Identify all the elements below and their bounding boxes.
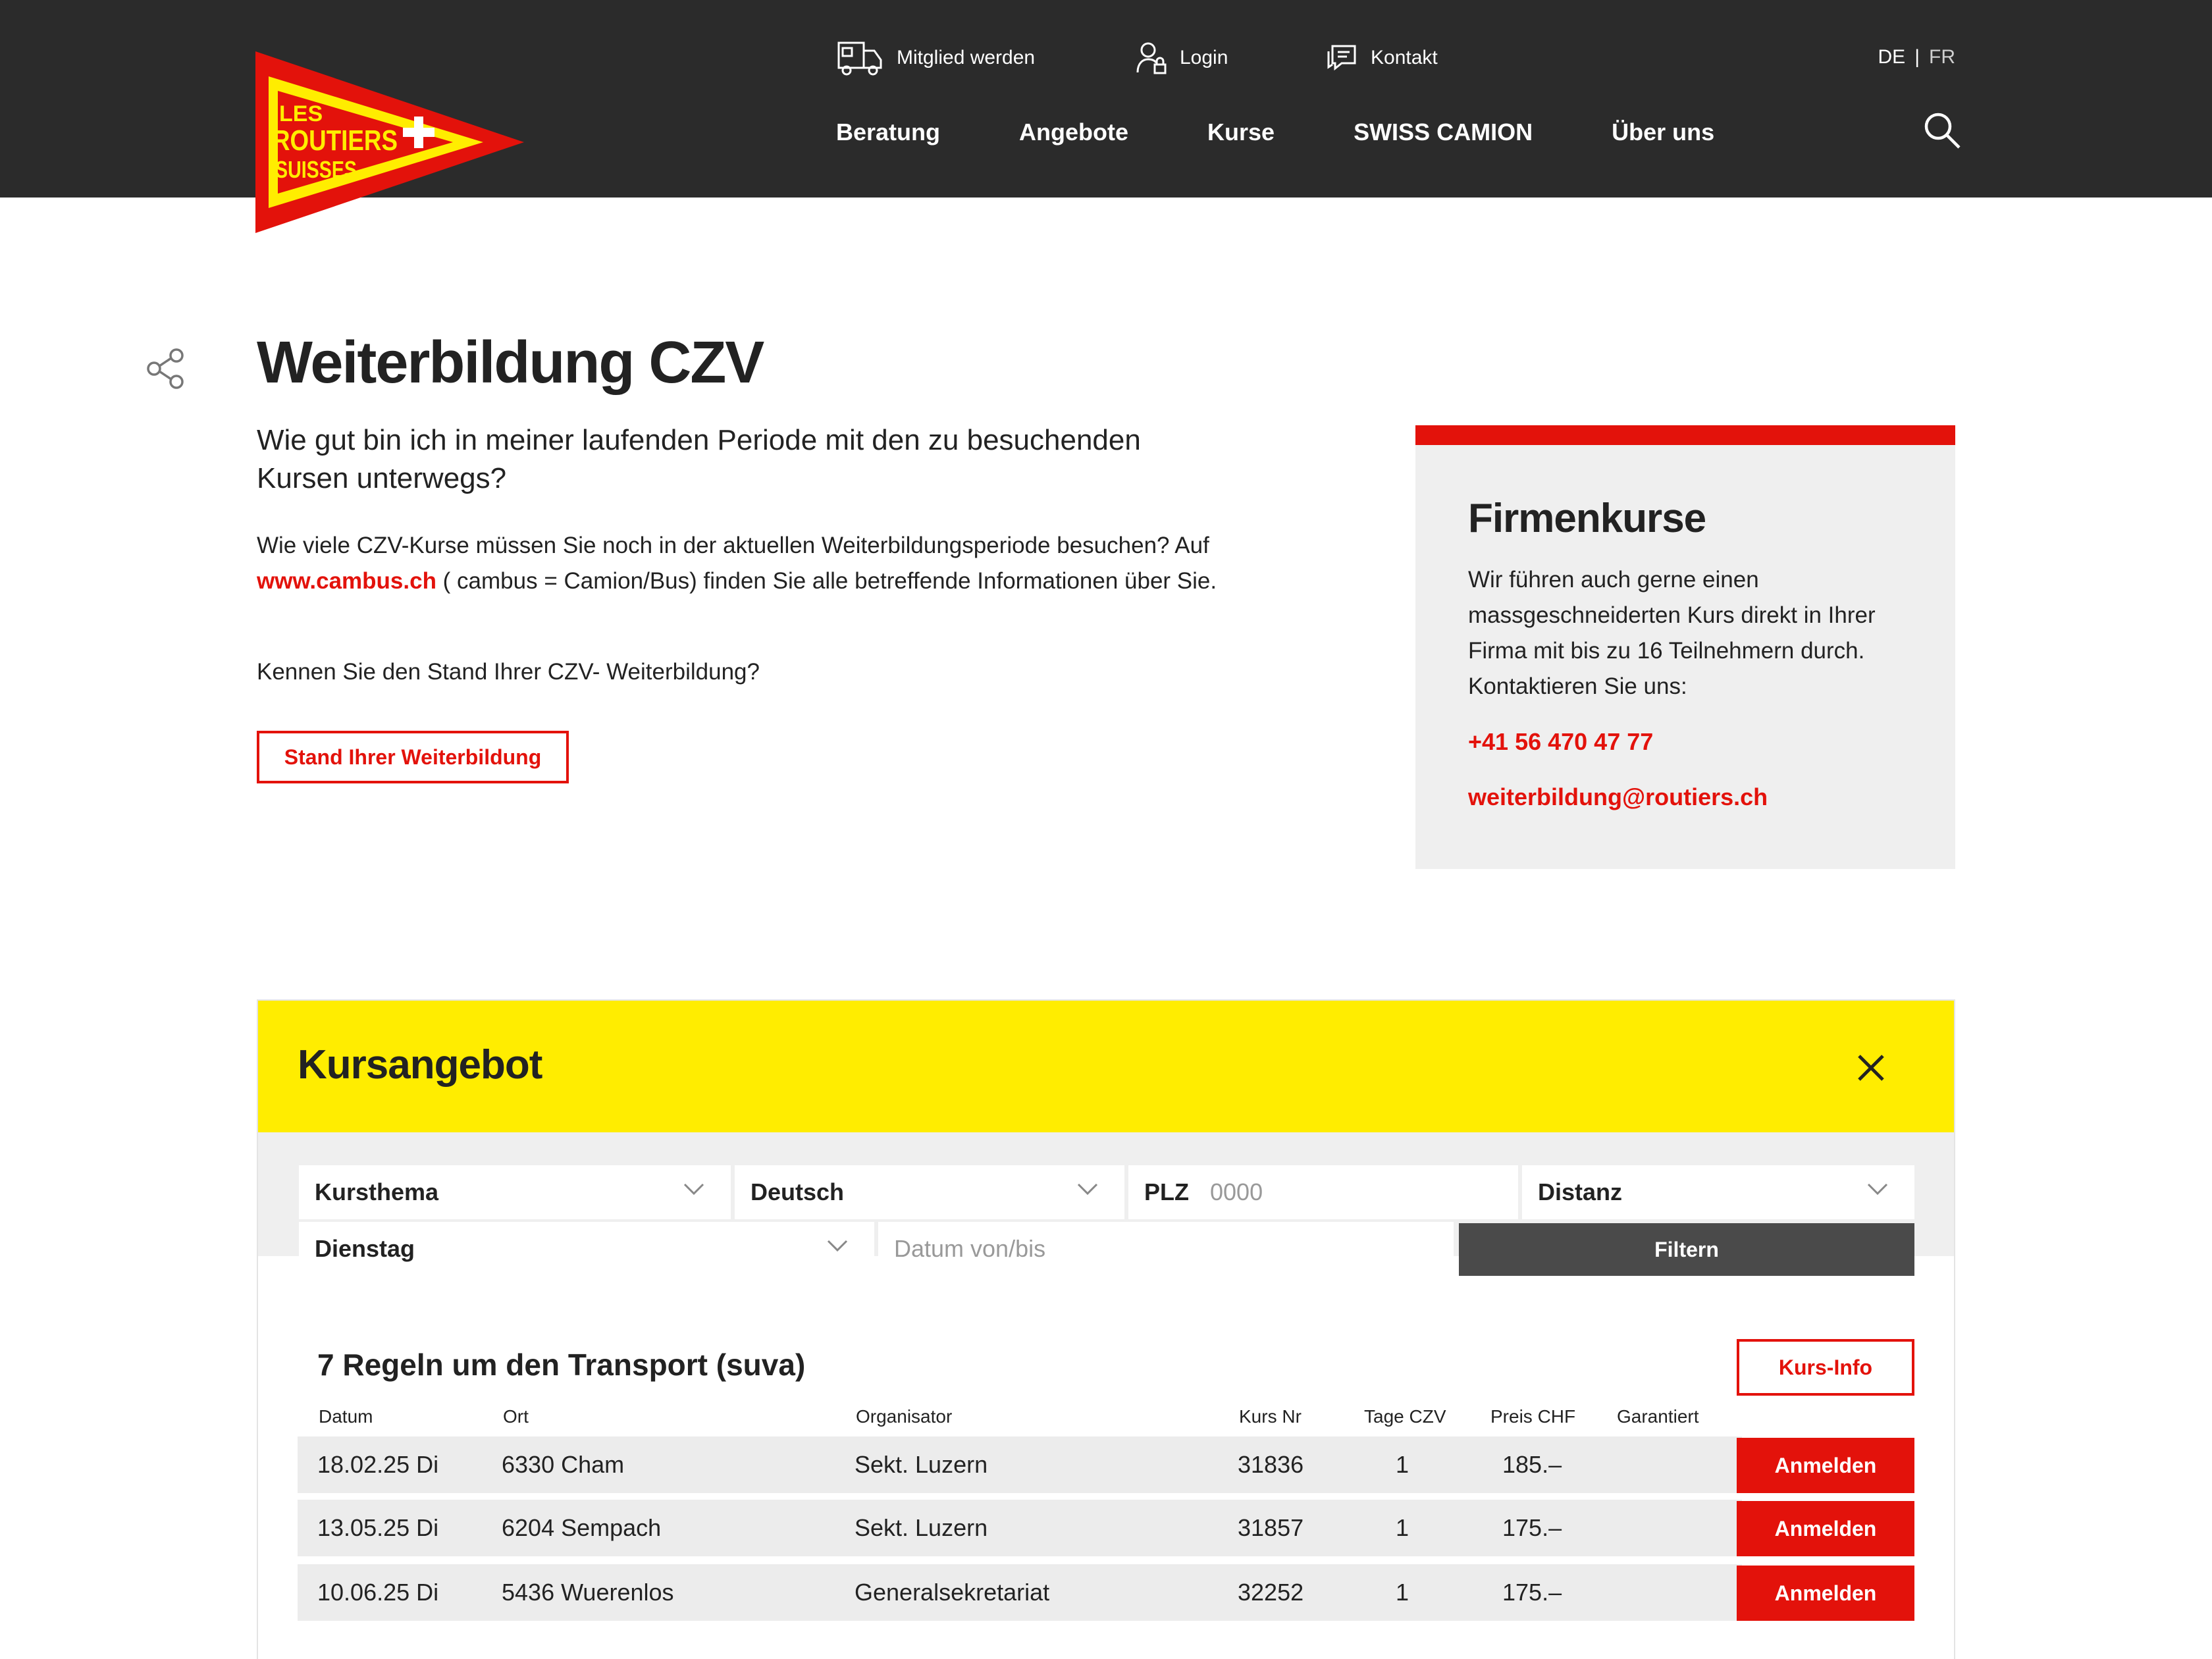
nav-kurse[interactable]: Kurse xyxy=(1207,118,1275,146)
sidebox-text: Wir führen auch gerne einen massgeschnei… xyxy=(1468,567,1876,699)
column-header-price: Preis CHF xyxy=(1490,1406,1576,1427)
chevron-down-icon xyxy=(827,1240,848,1252)
truck-icon xyxy=(837,41,882,76)
search-button[interactable] xyxy=(1922,111,1962,150)
row-days: 1 xyxy=(1396,1451,1409,1478)
close-button[interactable] xyxy=(1854,1051,1888,1085)
util-label-member: Mitglied werden xyxy=(897,47,1036,68)
language-select[interactable]: Deutsch xyxy=(735,1165,1124,1219)
intro-text-a: Wie viele CZV-Kurse müssen Sie noch in d… xyxy=(257,533,1209,558)
table-row: 18.02.25 Di 6330 Cham Sekt. Luzern 31836… xyxy=(298,1436,1742,1493)
topic-select-value: Kursthema xyxy=(315,1178,439,1205)
row-organizer: Generalsekretariat xyxy=(855,1579,1050,1606)
share-button[interactable] xyxy=(146,348,186,390)
table-row: 13.05.25 Di 6204 Sempach Sekt. Luzern 31… xyxy=(298,1500,1742,1556)
row-course-nr: 31857 xyxy=(1238,1514,1304,1541)
language-select-value: Deutsch xyxy=(750,1178,845,1205)
filter-button[interactable]: Filtern xyxy=(1459,1223,1914,1276)
cambus-link[interactable]: www.cambus.ch xyxy=(257,568,436,594)
lang-fr[interactable]: FR xyxy=(1929,46,1955,68)
intro-text-b: ( cambus = Camion/Bus) finden Sie alle b… xyxy=(436,568,1217,594)
column-header-guaranteed: Garantiert xyxy=(1617,1406,1699,1427)
util-link-member[interactable]: Mitglied werden xyxy=(835,36,1035,80)
register-button[interactable]: Anmelden xyxy=(1737,1501,1914,1556)
logo[interactable]: LES ROUTIERS SUISSES xyxy=(255,51,524,236)
column-header-date: Datum xyxy=(319,1406,373,1427)
main-nav: Beratung Angebote Kurse SWISS CAMION Übe… xyxy=(836,118,1714,146)
weekday-select-value: Dienstag xyxy=(315,1235,415,1262)
status-button[interactable]: Stand Ihrer Weiterbildung xyxy=(257,731,569,783)
sidebox-title: Firmenkurse xyxy=(1468,496,1706,541)
row-date: 18.02.25 Di xyxy=(317,1451,439,1478)
row-price: 175.– xyxy=(1502,1514,1562,1541)
row-organizer: Sekt. Luzern xyxy=(855,1451,988,1478)
course-info-button[interactable]: Kurs-Info xyxy=(1737,1339,1914,1396)
chevron-down-icon xyxy=(1077,1183,1098,1196)
row-price: 175.– xyxy=(1502,1579,1562,1606)
company-courses-box: Firmenkurse Wir führen auch gerne einen … xyxy=(1415,425,1955,869)
nav-ueber-uns[interactable]: Über uns xyxy=(1612,118,1714,146)
nav-beratung[interactable]: Beratung xyxy=(836,118,940,146)
weekday-select[interactable]: Dienstag xyxy=(299,1222,874,1276)
share-icon xyxy=(147,348,184,389)
row-organizer: Sekt. Luzern xyxy=(855,1514,988,1541)
util-label-contact: Kontakt xyxy=(1371,47,1438,68)
nav-swiss-camion[interactable]: SWISS CAMION xyxy=(1354,118,1533,146)
logo-text-suisses: SUISSES xyxy=(275,156,357,183)
row-course-nr: 32252 xyxy=(1238,1579,1304,1606)
course-title: 7 Regeln um den Transport (suva) xyxy=(317,1348,806,1382)
course-panel-title: Kursangebot xyxy=(298,1042,542,1088)
accent-bar xyxy=(1415,425,1955,445)
chat-icon xyxy=(1327,45,1356,71)
distance-select-value: Distanz xyxy=(1538,1178,1623,1205)
table-row: 10.06.25 Di 5436 Wuerenlos Generalsekret… xyxy=(298,1564,1742,1621)
nav-angebote[interactable]: Angebote xyxy=(1019,118,1128,146)
plz-input[interactable]: PLZ 0000 xyxy=(1128,1165,1518,1219)
date-range-input[interactable]: Datum von/bis xyxy=(878,1222,1454,1276)
chevron-down-icon xyxy=(683,1183,704,1196)
lang-separator: | xyxy=(1914,46,1920,68)
chevron-down-icon xyxy=(1867,1183,1888,1196)
lang-de[interactable]: DE xyxy=(1878,46,1906,68)
register-button[interactable]: Anmelden xyxy=(1737,1566,1914,1621)
phone-link[interactable]: +41 56 470 47 77 xyxy=(1468,728,1653,756)
row-place: 6330 Cham xyxy=(502,1451,625,1478)
row-date: 13.05.25 Di xyxy=(317,1514,439,1541)
close-icon xyxy=(1858,1055,1884,1081)
row-days: 1 xyxy=(1396,1579,1409,1606)
distance-select[interactable]: Distanz xyxy=(1522,1165,1914,1219)
topic-select[interactable]: Kursthema xyxy=(299,1165,731,1219)
util-label-login: Login xyxy=(1180,47,1228,68)
column-header-days: Tage CZV xyxy=(1364,1406,1446,1427)
util-link-contact[interactable]: Kontakt xyxy=(1326,36,1438,80)
user-lock-icon xyxy=(1136,42,1167,74)
column-header-organizer: Organisator xyxy=(856,1406,953,1427)
row-price: 185.– xyxy=(1502,1451,1562,1478)
logo-text-les: LES xyxy=(279,101,323,126)
register-button[interactable]: Anmelden xyxy=(1737,1438,1914,1493)
email-link[interactable]: weiterbildung@routiers.ch xyxy=(1468,783,1768,811)
row-place: 6204 Sempach xyxy=(502,1514,662,1541)
plz-placeholder: 0000 xyxy=(1210,1178,1263,1205)
search-icon xyxy=(1924,113,1961,149)
date-range-placeholder: Datum von/bis xyxy=(894,1235,1046,1262)
plz-label: PLZ xyxy=(1144,1178,1189,1205)
row-days: 1 xyxy=(1396,1514,1409,1541)
intro-paragraph: Wie viele CZV-Kurse müssen Sie noch in d… xyxy=(257,528,1244,599)
row-course-nr: 31836 xyxy=(1238,1451,1304,1478)
util-link-login[interactable]: Login xyxy=(1136,36,1228,80)
intro-question: Kennen Sie den Stand Ihrer CZV- Weiterbi… xyxy=(257,659,760,685)
column-header-course-nr: Kurs Nr xyxy=(1239,1406,1302,1427)
column-header-place: Ort xyxy=(503,1406,529,1427)
page-title: Weiterbildung CZV xyxy=(257,330,764,396)
language-switch: DE | FR xyxy=(1878,46,1955,68)
filter-bar: Kursthema Deutsch PLZ 0000 Distanz Diens… xyxy=(258,1132,1954,1276)
logo-text-routiers: ROUTIERS xyxy=(273,124,398,157)
lead-text: Wie gut bin ich in meiner laufenden Peri… xyxy=(257,424,1141,494)
row-place: 5436 Wuerenlos xyxy=(502,1579,674,1606)
course-panel: Kursangebot Kursthema Deutsch PLZ 0000 D… xyxy=(257,999,1955,1659)
course-panel-header: Kursangebot xyxy=(258,1001,1954,1132)
row-date: 10.06.25 Di xyxy=(317,1579,439,1606)
